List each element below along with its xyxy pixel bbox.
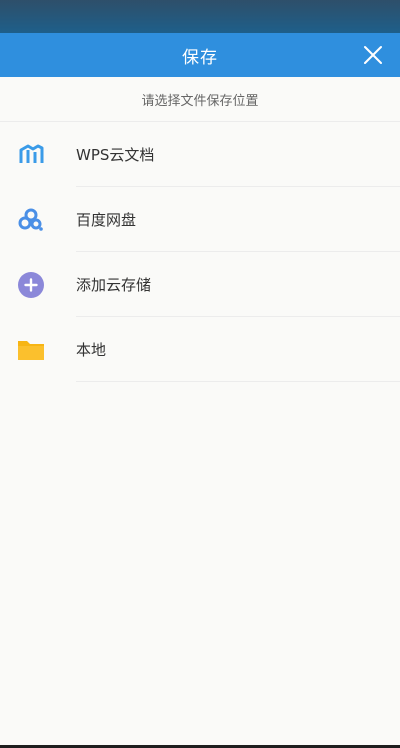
- folder-icon: [16, 335, 46, 365]
- title-bar: 保存: [0, 33, 400, 77]
- add-cloud-icon: [16, 270, 46, 300]
- list-item-label: WPS云文档: [76, 146, 155, 164]
- list-item-wps-cloud[interactable]: WPS云文档: [0, 122, 400, 187]
- close-icon: [364, 46, 382, 64]
- status-bar: [0, 0, 400, 33]
- baidu-netdisk-icon: [16, 205, 46, 235]
- wps-cloud-icon: [16, 140, 46, 170]
- list-item-label: 本地: [76, 341, 107, 359]
- save-location-prompt: 请选择文件保存位置: [0, 77, 400, 122]
- save-location-list: WPS云文档 百度网盘 添加云存储 本地: [0, 122, 400, 382]
- list-item-label: 百度网盘: [76, 211, 137, 229]
- save-dialog-screen: 保存 请选择文件保存位置 WPS云文档 百度网盘 添加云存储 本地: [0, 0, 400, 748]
- page-title: 保存: [182, 47, 218, 68]
- close-button[interactable]: [360, 42, 386, 68]
- list-item-label: 添加云存储: [76, 276, 152, 294]
- list-item-add-cloud-storage[interactable]: 添加云存储: [0, 252, 400, 317]
- list-item-baidu-netdisk[interactable]: 百度网盘: [0, 187, 400, 252]
- list-item-local[interactable]: 本地: [0, 317, 400, 382]
